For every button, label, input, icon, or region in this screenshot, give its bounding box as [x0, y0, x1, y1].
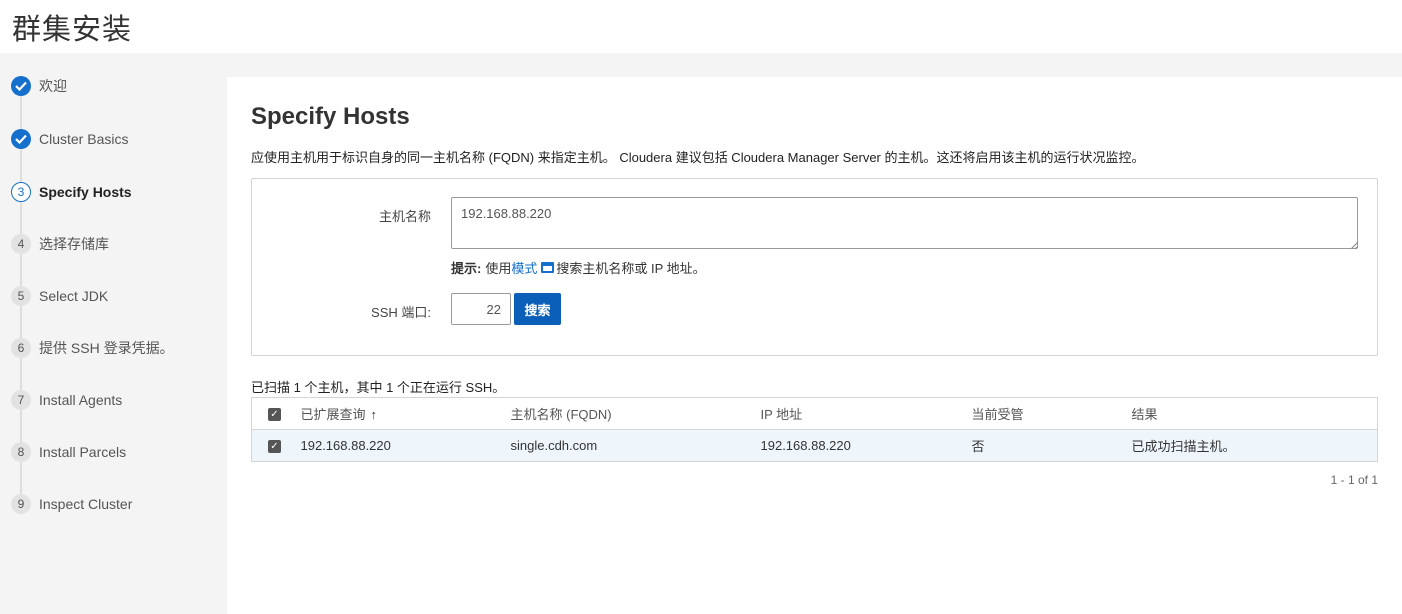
column-header-fqdn: 主机名称 (FQDN) [510, 397, 761, 430]
step-number: 8 [11, 442, 31, 462]
hosts-table: ✓ 已扩展查询 ↑ 主机名称 (FQDN) IP 地址 当前受管 结果 ✓ 192… [251, 397, 1378, 462]
wizard-step-inspect-cluster: 9 Inspect Cluster [11, 493, 132, 515]
check-icon [11, 76, 31, 96]
hostname-textarea[interactable]: 192.168.88.220 [451, 197, 1358, 249]
wizard-step-label: Install Parcels [39, 444, 127, 460]
wizard-step-label: 欢迎 [39, 78, 67, 94]
hint-suffix-text: 搜索主机名称或 IP 地址。 [556, 261, 706, 276]
table-header-row: ✓ 已扩展查询 ↑ 主机名称 (FQDN) IP 地址 当前受管 结果 [251, 397, 1378, 430]
check-icon [11, 129, 31, 149]
cell-managed: 否 [971, 429, 1132, 462]
step-number: 5 [11, 286, 31, 306]
sort-ascending-icon[interactable]: ↑ [371, 407, 378, 422]
pattern-link[interactable]: 模式 [511, 258, 537, 277]
page-description: 应使用主机用于标识自身的同一主机名称 (FQDN) 来指定主机。 Clouder… [251, 150, 1145, 165]
content-top-band [227, 53, 1402, 77]
ssh-port-input[interactable] [451, 293, 511, 325]
wizard-step-label: Select JDK [39, 288, 109, 304]
step-number: 9 [11, 494, 31, 514]
textarea-resize-handle[interactable] [1351, 242, 1358, 249]
wizard-step-label: Install Agents [39, 392, 123, 408]
row-select-cell: ✓ [251, 429, 301, 462]
wizard-step-label: Specify Hosts [39, 184, 132, 200]
step-number: 7 [11, 390, 31, 410]
column-header-expanded-query[interactable]: 已扩展查询 ↑ [300, 397, 511, 430]
wizard-step-select-jdk: 5 Select JDK [11, 285, 108, 307]
select-all-checkbox[interactable]: ✓ [268, 408, 281, 422]
select-all-cell: ✓ [251, 397, 301, 430]
column-header-label: 已扩展查询 [300, 407, 366, 422]
step-number: 3 [11, 182, 31, 202]
wizard-step-welcome[interactable]: 欢迎 [11, 75, 67, 97]
step-number: 6 [11, 338, 31, 358]
app-title: 群集安装 [12, 12, 133, 46]
ssh-port-label: SSH 端口: [371, 305, 431, 320]
step-number: 4 [11, 234, 31, 254]
column-header-ip: IP 地址 [760, 397, 972, 430]
wizard-step-cluster-basics[interactable]: Cluster Basics [11, 128, 128, 150]
pagination-info: 1 - 1 of 1 [1330, 473, 1378, 487]
wizard-step-install-parcels: 8 Install Parcels [11, 441, 126, 463]
cell-expanded-query: 192.168.88.220 [300, 429, 511, 462]
host-search-form: 主机名称 192.168.88.220 提示: 使用 模式 搜索主机名称或 IP… [251, 178, 1378, 356]
search-hint: 提示: 使用 模式 搜索主机名称或 IP 地址。 [451, 258, 706, 277]
wizard-step-specify-hosts[interactable]: 3 Specify Hosts [11, 181, 132, 203]
column-header-result: 结果 [1131, 397, 1378, 430]
cell-ip: 192.168.88.220 [760, 429, 972, 462]
column-header-managed: 当前受管 [971, 397, 1132, 430]
wizard-step-label: 提供 SSH 登录凭据。 [39, 340, 174, 356]
page-title: Specify Hosts [251, 103, 410, 130]
hostname-label: 主机名称 [378, 209, 431, 224]
wizard-step-label: Inspect Cluster [39, 496, 133, 512]
hint-use-text: 使用 [485, 261, 512, 276]
wizard-step-select-repository: 4 选择存储库 [11, 233, 109, 255]
cell-result: 已成功扫描主机。 [1131, 429, 1378, 462]
wizard-step-ssh-credentials: 6 提供 SSH 登录凭据。 [11, 337, 174, 359]
search-button[interactable]: 搜索 [514, 293, 561, 325]
wizard-step-install-agents: 7 Install Agents [11, 389, 122, 411]
hint-prefix: 提示: [451, 261, 482, 276]
cell-fqdn: single.cdh.com [510, 429, 761, 462]
row-checkbox[interactable]: ✓ [268, 440, 281, 454]
table-row[interactable]: ✓ 192.168.88.220 single.cdh.com 192.168.… [251, 429, 1378, 462]
wizard-step-label: Cluster Basics [39, 131, 129, 147]
modal-window-icon[interactable] [541, 262, 555, 273]
wizard-step-label: 选择存储库 [39, 236, 109, 252]
scan-summary: 已扫描 1 个主机，其中 1 个正在运行 SSH。 [251, 380, 506, 395]
